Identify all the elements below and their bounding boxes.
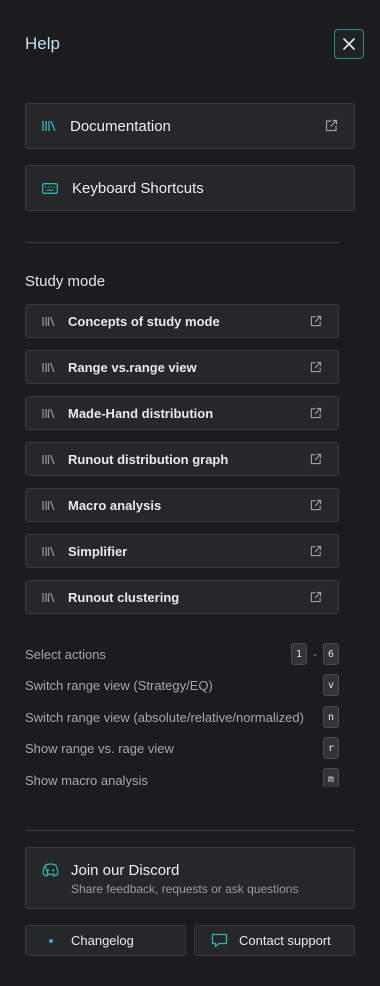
shortcut-keys: 1 - 6	[290, 643, 339, 665]
shortcut-label: Show macro analysis	[25, 772, 148, 788]
changelog-label: Changelog	[71, 933, 134, 948]
study-item-simplifier[interactable]: Simplifier	[25, 534, 339, 568]
library-icon	[42, 454, 55, 464]
shortcut-label: Show range vs. rage view	[25, 740, 174, 756]
study-item-label: Runout distribution graph	[68, 451, 229, 467]
shortcut-keys: r	[322, 737, 339, 759]
external-link-icon	[310, 453, 322, 465]
library-icon	[42, 316, 55, 326]
external-link-icon	[310, 591, 322, 603]
dot-icon	[49, 938, 53, 943]
discord-subtitle: Share feedback, requests or ask question…	[71, 882, 299, 896]
documentation-label: Documentation	[70, 117, 171, 135]
library-icon	[42, 500, 55, 510]
study-item-made-hand[interactable]: Made-Hand distribution	[25, 396, 339, 430]
external-link-icon	[310, 315, 322, 327]
documentation-button[interactable]: Documentation	[25, 103, 355, 149]
external-link-icon	[325, 119, 338, 132]
shortcut-keys: n	[322, 706, 339, 728]
library-icon	[42, 408, 55, 418]
discord-icon	[42, 863, 59, 877]
shortcut-row: Select actions 1 - 6	[25, 643, 339, 665]
study-item-label: Range vs.range view	[68, 359, 197, 375]
divider	[25, 830, 355, 831]
shortcut-label: Switch range view (absolute/relative/nor…	[25, 709, 304, 725]
shortcut-row: Show range vs. rage view r	[25, 737, 339, 759]
discord-button[interactable]: Join our Discord Share feedback, request…	[25, 847, 355, 909]
key-cap: r	[322, 737, 339, 759]
contact-support-button[interactable]: Contact support	[194, 925, 355, 956]
study-item-label: Runout clustering	[68, 589, 180, 605]
study-item-label: Made-Hand distribution	[68, 405, 214, 421]
shortcut-label: Switch range view (Strategy/EQ)	[25, 677, 213, 693]
study-item-label: Macro analysis	[68, 497, 162, 513]
study-item-label: Simplifier	[68, 543, 128, 559]
keyboard-shortcuts-button[interactable]: Keyboard Shortcuts	[25, 165, 355, 211]
library-icon	[42, 120, 56, 132]
contact-support-label: Contact support	[239, 933, 331, 948]
study-item-label: Concepts of study mode	[68, 313, 220, 329]
key-cap: 6	[322, 643, 339, 665]
library-icon	[42, 592, 55, 602]
shortcut-row: Switch range view (Strategy/EQ) v	[25, 674, 339, 696]
study-item-macro[interactable]: Macro analysis	[25, 488, 339, 522]
study-item-runout-graph[interactable]: Runout distribution graph	[25, 442, 339, 476]
keyboard-shortcuts-label: Keyboard Shortcuts	[72, 179, 204, 197]
page-title: Help	[25, 34, 60, 53]
key-cap: v	[322, 674, 339, 696]
external-link-icon	[310, 361, 322, 373]
external-link-icon	[310, 499, 322, 511]
close-button[interactable]	[334, 29, 364, 59]
shortcut-label: Select actions	[25, 646, 106, 662]
scroll-fade	[0, 787, 380, 807]
divider	[25, 242, 339, 243]
close-icon	[343, 38, 355, 50]
shortcut-keys: v	[322, 674, 339, 696]
keyboard-icon	[42, 182, 58, 194]
key-cap: n	[322, 706, 339, 728]
help-header: Help	[0, 0, 380, 90]
study-item-concepts[interactable]: Concepts of study mode	[25, 304, 339, 338]
chat-icon	[211, 933, 228, 948]
shortcut-row: Switch range view (absolute/relative/nor…	[25, 706, 339, 728]
external-link-icon	[310, 545, 322, 557]
study-mode-title: Study mode	[25, 273, 106, 290]
key-separator: -	[312, 647, 317, 661]
discord-title: Join our Discord	[71, 862, 180, 879]
external-link-icon	[310, 407, 322, 419]
key-cap: 1	[290, 643, 307, 665]
study-item-runout-clustering[interactable]: Runout clustering	[25, 580, 339, 614]
study-item-range-vs-range[interactable]: Range vs.range view	[25, 350, 339, 384]
library-icon	[42, 362, 55, 372]
library-icon	[42, 546, 55, 556]
changelog-button[interactable]: Changelog	[25, 925, 186, 956]
